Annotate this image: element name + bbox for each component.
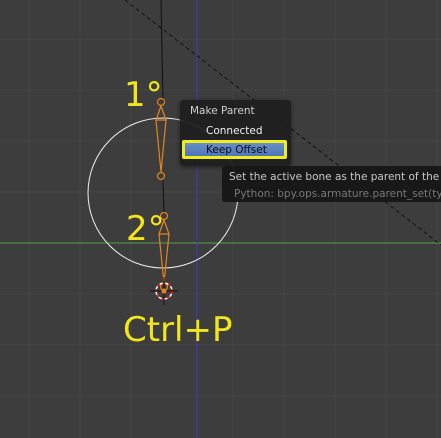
- menu-item-keep-offset-label: Keep Offset: [206, 144, 267, 156]
- menu-item-connected[interactable]: Connected: [206, 125, 263, 137]
- grid-lines: [0, 0, 441, 438]
- tooltip-python-path: Python: bpy.ops.armature.parent_set(type: [234, 188, 441, 200]
- viewport-scene: [0, 0, 441, 438]
- menu-title: Make Parent: [190, 105, 255, 117]
- 3d-cursor-icon[interactable]: [150, 277, 178, 305]
- tooltip-description: Set the active bone as the parent of the…: [229, 171, 441, 183]
- annotation-second-label: 2°: [126, 209, 165, 249]
- annotation-first-label: 1°: [124, 75, 163, 115]
- menu-item-keep-offset[interactable]: Keep Offset: [182, 140, 287, 159]
- annotation-shortcut-label: Ctrl+P: [123, 310, 233, 350]
- operator-tooltip: Set the active bone as the parent of the…: [222, 166, 441, 202]
- make-parent-menu: Make Parent Connected Keep Offset: [180, 100, 291, 166]
- 3d-viewport[interactable]: 1° 2° Ctrl+P Make Parent Connected Keep …: [0, 0, 441, 438]
